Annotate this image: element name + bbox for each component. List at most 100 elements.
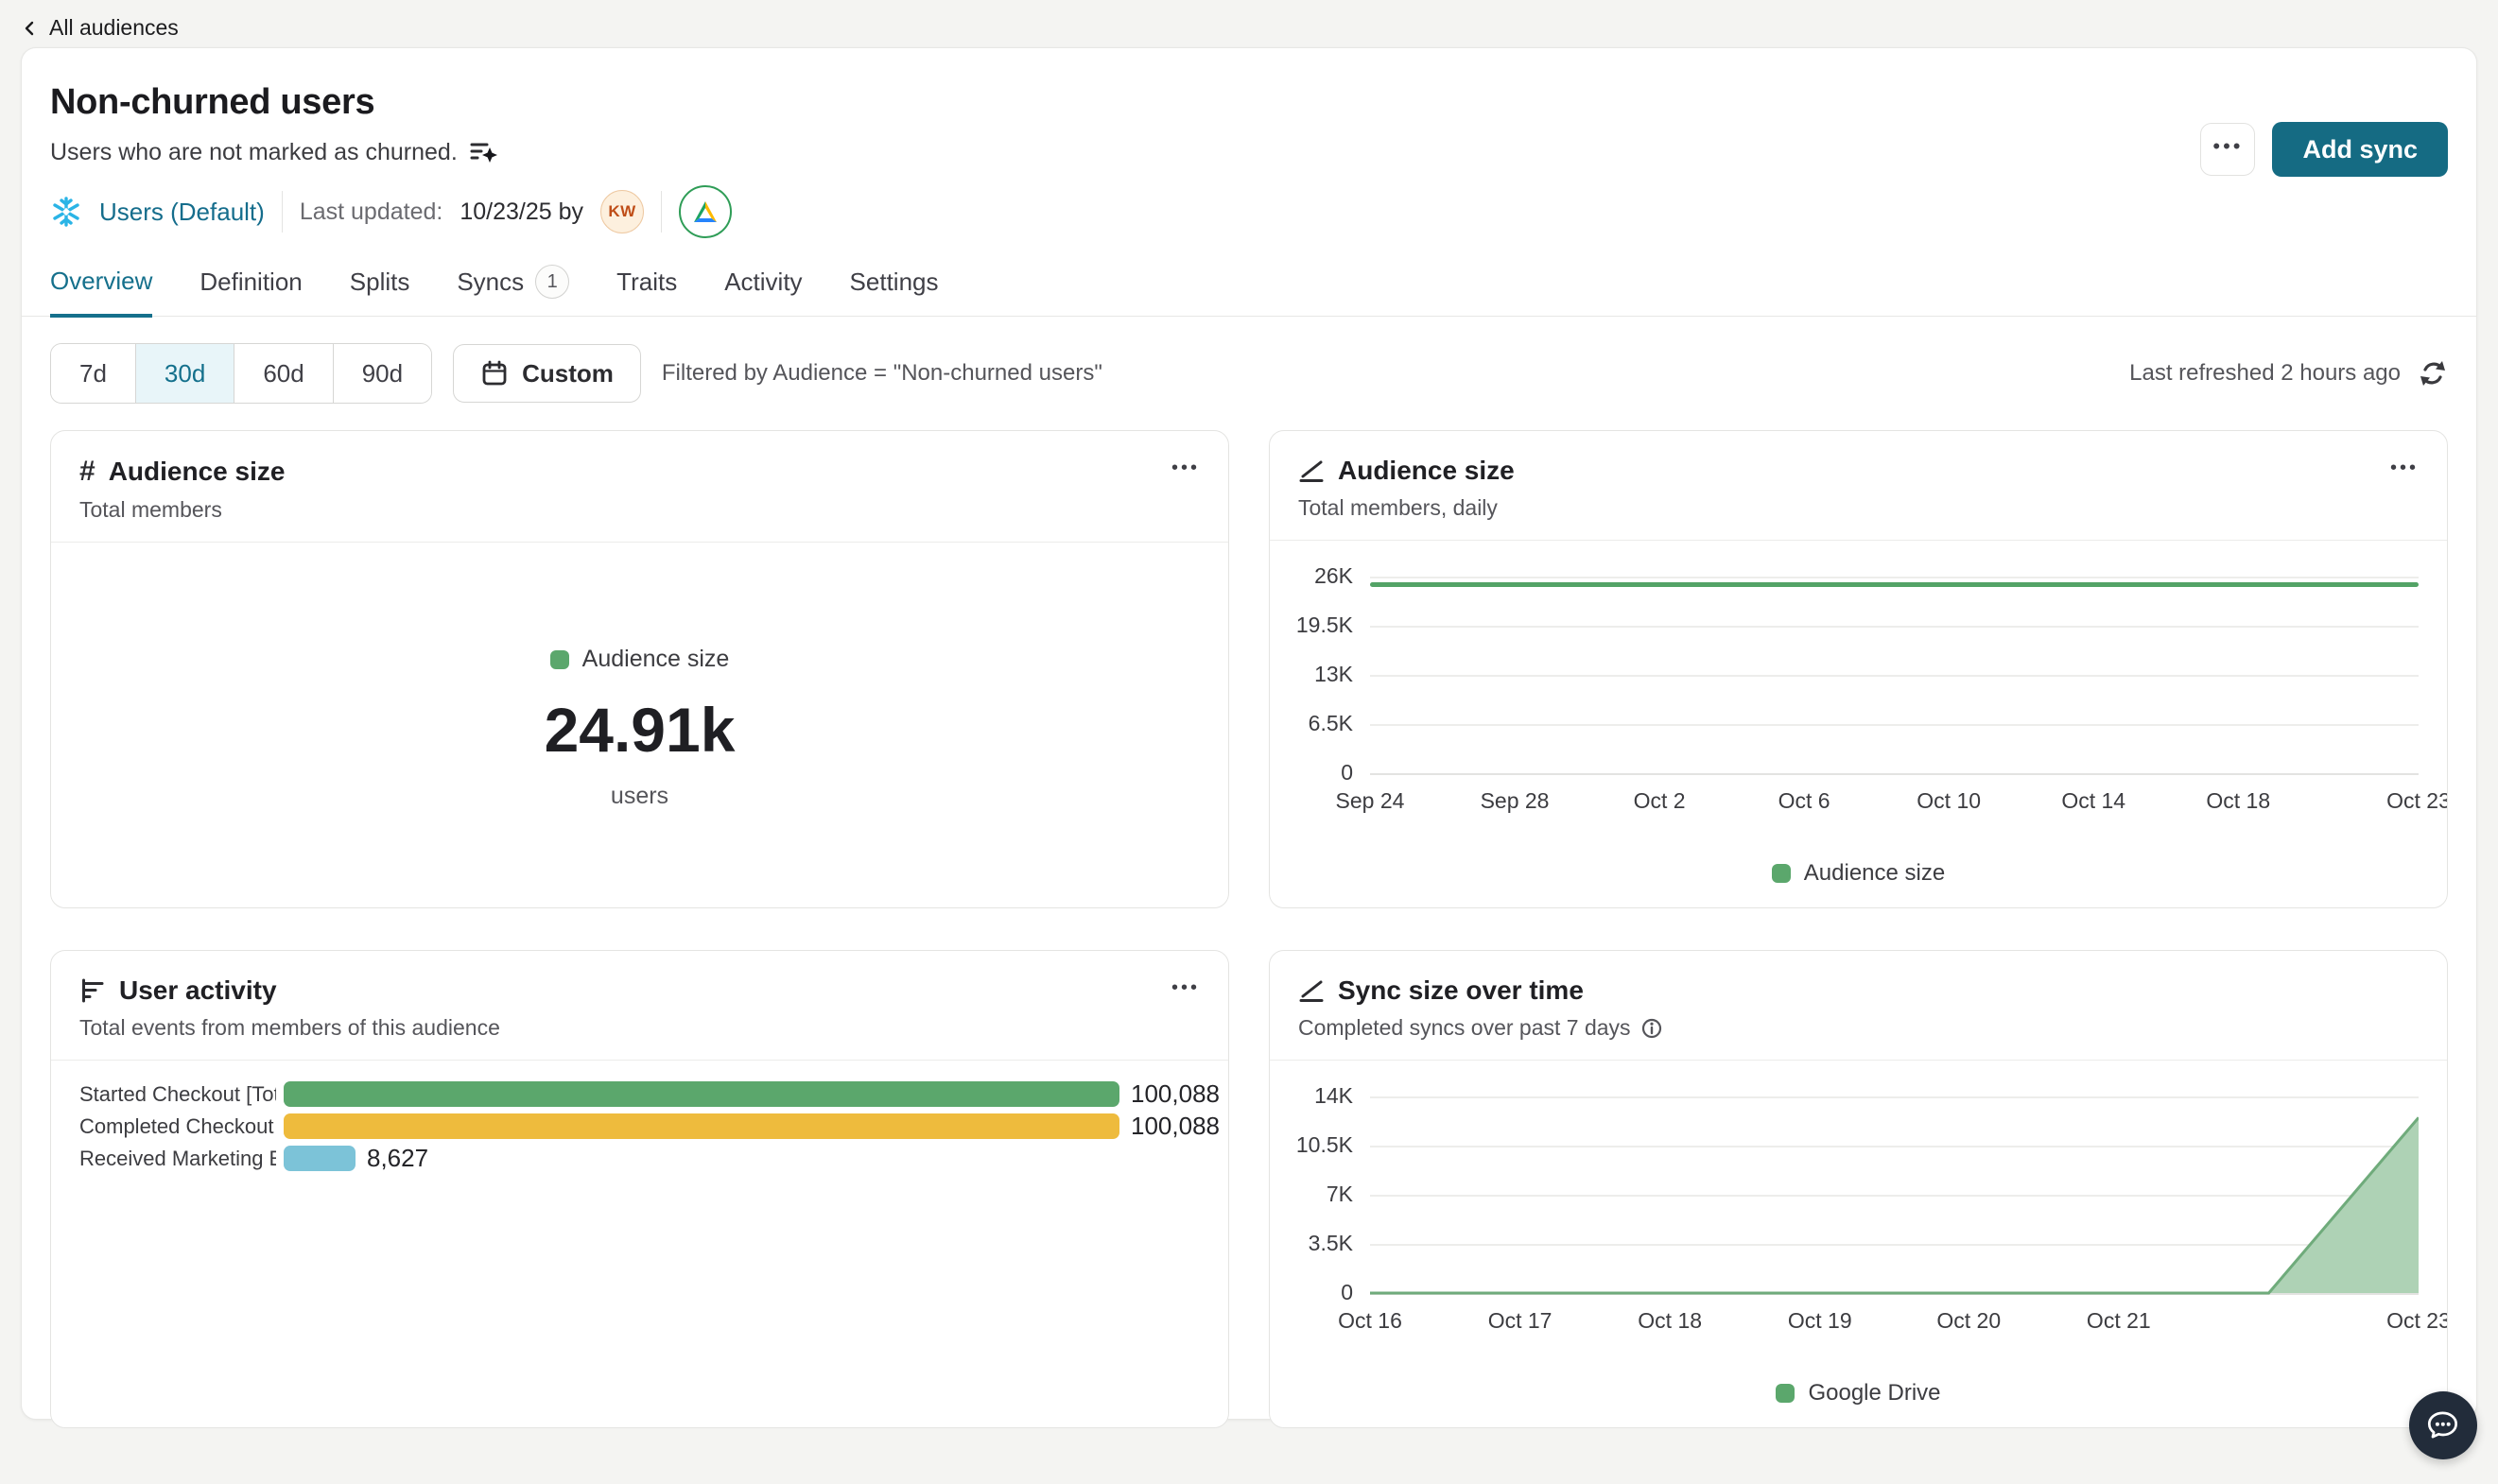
last-updated-label: Last updated: xyxy=(300,198,443,226)
bar-row: Received Marketing E… 8,627 xyxy=(79,1146,1200,1171)
legend-swatch xyxy=(550,650,569,669)
y-tick: 6.5K xyxy=(1270,711,1353,736)
line-chart-icon xyxy=(1298,457,1325,484)
x-tick: Sep 24 xyxy=(1336,788,1405,814)
tab-definition[interactable]: Definition xyxy=(199,265,302,316)
card-subtitle: Total members, daily xyxy=(1298,495,2419,521)
main-panel: Non-churned users Users who are not mark… xyxy=(21,47,2477,1420)
hash-icon: # xyxy=(79,456,95,488)
tab-syncs[interactable]: Syncs 1 xyxy=(457,265,569,316)
legend: Audience size xyxy=(550,646,730,673)
gridline-zero xyxy=(1370,773,2419,775)
bar-row: Started Checkout [Tot… 100,088 xyxy=(79,1081,1200,1107)
page-description: Users who are not marked as churned. xyxy=(50,139,458,166)
x-tick: Oct 14 xyxy=(2061,788,2125,814)
bar-value: 100,088 xyxy=(1131,1112,1220,1141)
x-tick: Oct 23 xyxy=(2386,1308,2448,1334)
x-tick: Oct 17 xyxy=(1488,1308,1553,1334)
bar-label: Started Checkout [Tot… xyxy=(79,1082,276,1107)
legend: Google Drive xyxy=(1270,1380,2447,1406)
filter-summary-text: Filtered by Audience = "Non-churned user… xyxy=(662,360,1102,387)
card-menu-button[interactable]: ••• xyxy=(1171,977,1200,999)
card-menu-button[interactable]: ••• xyxy=(1171,457,1200,479)
y-tick: 0 xyxy=(1270,760,1353,785)
x-tick: Oct 20 xyxy=(1936,1308,2001,1334)
audience-size-value: 24.91k xyxy=(545,694,736,766)
x-tick: Oct 21 xyxy=(2087,1308,2151,1334)
bar-chart-icon xyxy=(79,977,106,1004)
card-title: User activity xyxy=(119,975,277,1006)
source-model-link[interactable]: Users (Default) xyxy=(99,198,265,227)
date-range-segmented-control: 7d 30d 60d 90d xyxy=(50,343,432,404)
range-30d-button[interactable]: 30d xyxy=(135,344,234,403)
sync-size-chart: 14K 10.5K 7K 3.5K 0 Oct 16 xyxy=(1270,1061,2447,1428)
chat-bubble-icon xyxy=(2423,1406,2463,1445)
x-tick: Oct 2 xyxy=(1634,788,1686,814)
card-title: Sync size over time xyxy=(1338,975,1584,1006)
page-title: Non-churned users xyxy=(50,82,2448,123)
card-subtitle: Total events from members of this audien… xyxy=(79,1015,1200,1041)
info-icon[interactable] xyxy=(1640,1017,1663,1040)
bar-value: 100,088 xyxy=(1131,1079,1220,1109)
chat-widget-button[interactable] xyxy=(2409,1391,2477,1459)
divider xyxy=(661,191,662,233)
range-90d-button[interactable]: 90d xyxy=(333,344,431,403)
line-chart-icon xyxy=(1298,977,1325,1004)
custom-range-button[interactable]: Custom xyxy=(453,344,641,403)
edit-description-sparkle-icon[interactable] xyxy=(469,138,499,166)
x-tick: Oct 10 xyxy=(1917,788,1981,814)
card-title: Audience size xyxy=(109,457,286,487)
tabs-bar: Overview Definition Splits Syncs 1 Trait… xyxy=(22,265,2476,317)
y-tick: 19.5K xyxy=(1270,613,1353,638)
card-audience-size-total: # Audience size Total members ••• Audien… xyxy=(50,430,1229,908)
avatar[interactable]: KW xyxy=(600,190,644,233)
y-tick: 26K xyxy=(1270,563,1353,589)
y-tick: 3.5K xyxy=(1270,1231,1353,1256)
legend-swatch xyxy=(1772,864,1791,883)
syncs-count-badge: 1 xyxy=(535,265,569,299)
tab-overview[interactable]: Overview xyxy=(50,265,152,318)
x-tick: Oct 16 xyxy=(1338,1308,1402,1334)
card-sync-size: Sync size over time Completed syncs over… xyxy=(1269,950,2448,1428)
bar-label: Received Marketing E… xyxy=(79,1147,276,1171)
range-60d-button[interactable]: 60d xyxy=(234,344,332,403)
y-tick: 0 xyxy=(1270,1280,1353,1305)
sync-area-chart-svg xyxy=(1370,1061,2419,1306)
y-tick: 7K xyxy=(1270,1182,1353,1207)
audience-size-unit: users xyxy=(611,783,668,810)
audience-more-button[interactable]: ••• xyxy=(2200,123,2255,176)
range-7d-button[interactable]: 7d xyxy=(51,344,135,403)
x-tick: Oct 6 xyxy=(1778,788,1830,814)
gridline xyxy=(1370,577,2419,578)
refresh-icon[interactable] xyxy=(2418,358,2448,388)
audience-line xyxy=(1370,582,2419,587)
add-sync-button[interactable]: Add sync xyxy=(2272,122,2448,177)
user-activity-chart: Started Checkout [Tot… 100,088 Completed… xyxy=(51,1061,1228,1199)
bar-label: Completed Checkout [… xyxy=(79,1114,276,1139)
y-tick: 10.5K xyxy=(1270,1132,1353,1158)
last-refreshed-text: Last refreshed 2 hours ago xyxy=(2129,360,2401,387)
google-drive-icon xyxy=(691,198,720,225)
google-drive-destination-badge[interactable] xyxy=(679,185,732,238)
tab-activity[interactable]: Activity xyxy=(724,265,802,316)
x-tick: Oct 18 xyxy=(2206,788,2270,814)
y-tick: 13K xyxy=(1270,662,1353,687)
gridline xyxy=(1370,675,2419,677)
back-chevron-icon xyxy=(21,19,40,38)
gridline xyxy=(1370,724,2419,726)
card-title: Audience size xyxy=(1338,456,1515,486)
snowflake-icon xyxy=(50,196,82,228)
x-tick: Sep 28 xyxy=(1481,788,1550,814)
card-menu-button[interactable]: ••• xyxy=(2390,457,2419,479)
tab-settings[interactable]: Settings xyxy=(850,265,939,316)
bar-started-checkout xyxy=(284,1081,1119,1107)
gridline xyxy=(1370,626,2419,628)
x-tick: Oct 19 xyxy=(1788,1308,1852,1334)
divider xyxy=(282,191,283,233)
audience-line-chart: 26K 19.5K 13K 6.5K 0 Sep 24 Sep 28 Oct 2 xyxy=(1270,541,2447,908)
tab-traits[interactable]: Traits xyxy=(616,265,677,316)
card-user-activity: User activity Total events from members … xyxy=(50,950,1229,1428)
tab-splits[interactable]: Splits xyxy=(350,265,410,316)
breadcrumb[interactable]: All audiences xyxy=(0,0,2498,41)
breadcrumb-label[interactable]: All audiences xyxy=(49,15,179,41)
